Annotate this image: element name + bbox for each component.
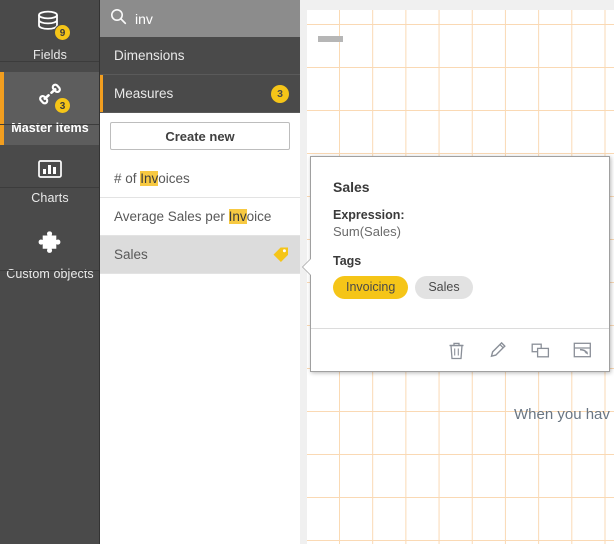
rail-divider-1 — [0, 61, 99, 62]
popover-body: Sales Expression: Sum(Sales) Tags Invoic… — [311, 157, 609, 299]
list-item-label-1: Average Sales per Invoice — [114, 209, 289, 224]
expression-value: Sum(Sales) — [333, 224, 587, 239]
status-badge: Invoicing — [333, 276, 408, 299]
search-bar — [100, 0, 300, 37]
link-chain-icon: 3 — [30, 81, 70, 113]
popover-arrow-fill — [303, 258, 312, 276]
sheet-hint-text: When you hav — [514, 406, 610, 423]
delete-icon[interactable] — [446, 340, 466, 360]
section-header-dimensions[interactable]: Dimensions — [100, 37, 300, 75]
search-input[interactable] — [135, 11, 300, 27]
list-item[interactable]: # of Invoices — [100, 160, 300, 198]
tag-icon — [272, 246, 289, 263]
rail-item-custom-objects[interactable]: Custom objects — [0, 218, 100, 291]
list-item[interactable]: Sales — [100, 236, 300, 274]
publish-icon[interactable] — [572, 340, 592, 360]
qlik-asset-panel-screen: 9 Fields 3 Master items — [0, 0, 614, 544]
list-item-label-0: # of Invoices — [114, 171, 289, 186]
left-asset-rail: 9 Fields 3 Master items — [0, 0, 100, 544]
edit-icon[interactable] — [488, 340, 508, 360]
puzzle-piece-icon — [30, 231, 70, 259]
rail-divider-2 — [0, 124, 99, 125]
search-icon — [110, 8, 127, 30]
tag-list: Invoicing Sales — [333, 276, 587, 299]
popover-title: Sales — [333, 179, 587, 195]
section-header-dimensions-label: Dimensions — [114, 48, 289, 63]
measures-count-badge: 3 — [271, 85, 289, 103]
bar-chart-icon — [30, 157, 70, 183]
rail-divider-4 — [0, 270, 99, 271]
section-header-measures[interactable]: Measures 3 — [100, 75, 300, 113]
database-stack-icon: 9 — [30, 8, 70, 40]
sheet-title-placeholder — [318, 36, 343, 42]
rail-item-charts-label: Charts — [2, 191, 98, 206]
asset-panel: Dimensions Measures 3 Create new # of In… — [100, 0, 300, 544]
rail-item-master-items[interactable]: 3 Master items — [0, 72, 100, 145]
list-item[interactable]: Average Sales per Invoice — [100, 198, 300, 236]
tags-label: Tags — [333, 254, 587, 268]
rail-item-charts[interactable]: Charts — [0, 145, 100, 218]
create-new-wrapper: Create new — [100, 113, 300, 160]
expression-label: Expression: — [333, 208, 587, 222]
list-item-label-2: Sales — [114, 247, 272, 262]
create-new-button[interactable]: Create new — [110, 122, 290, 150]
duplicate-icon[interactable] — [530, 340, 550, 360]
master-item-detail-popover: Sales Expression: Sum(Sales) Tags Invoic… — [310, 156, 610, 372]
popover-action-bar — [311, 328, 609, 371]
master-items-count-badge: 3 — [54, 97, 71, 114]
fields-count-badge: 9 — [54, 24, 71, 41]
section-header-measures-label: Measures — [114, 86, 271, 101]
status-badge: Sales — [415, 276, 472, 299]
rail-divider-3 — [0, 187, 99, 188]
